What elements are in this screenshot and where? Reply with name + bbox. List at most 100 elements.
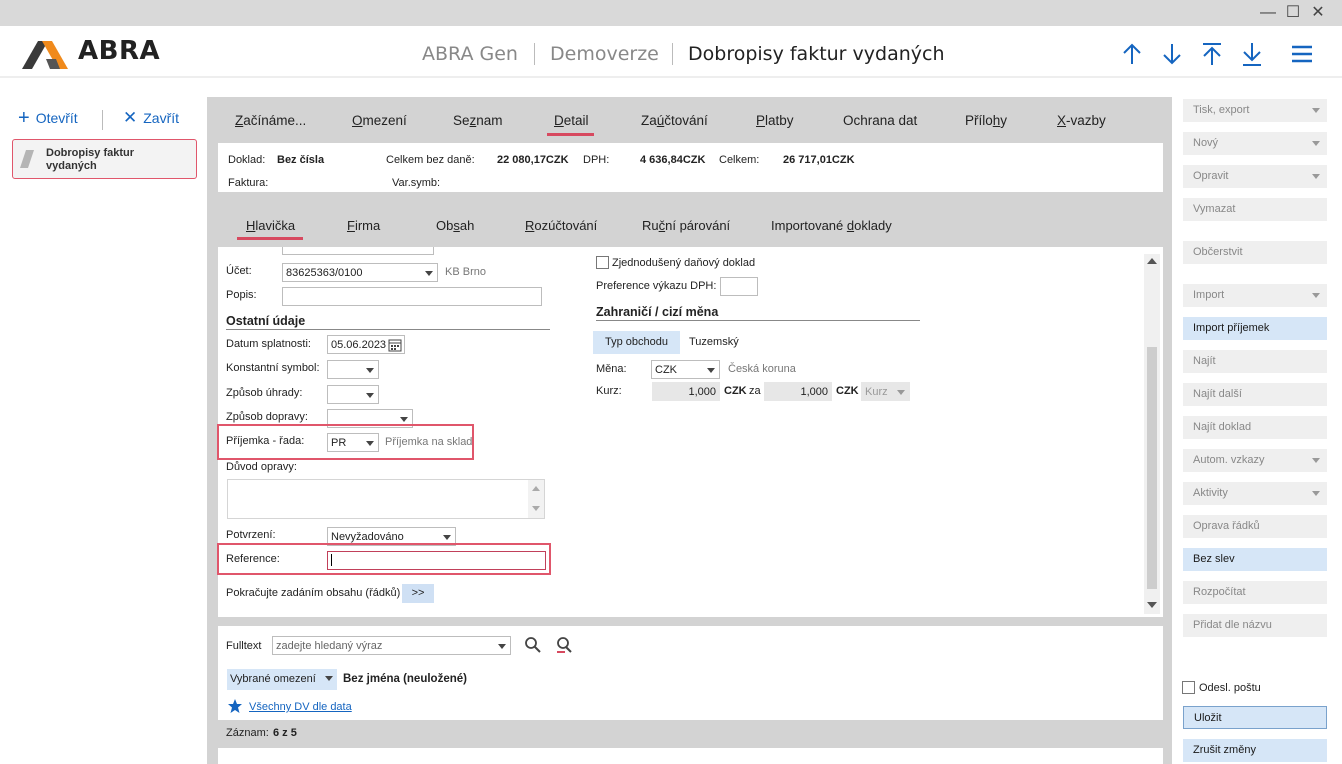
textarea-scrollbar[interactable] bbox=[528, 480, 544, 518]
close-window-icon[interactable]: ✕ bbox=[1306, 2, 1330, 24]
arrow-up-icon[interactable] bbox=[1118, 40, 1146, 68]
form-scrollbar[interactable] bbox=[1144, 254, 1160, 614]
close-button[interactable]: ✕ Zavřít bbox=[123, 109, 179, 126]
dph-value: 4 636,84CZK bbox=[640, 154, 706, 166]
action-button-oprava-dk-[interactable]: Oprava řádků bbox=[1183, 515, 1327, 538]
zpusob-uhrady-select[interactable] bbox=[327, 385, 379, 404]
mena-select[interactable]: CZK bbox=[651, 360, 720, 379]
subtab-hlavicka[interactable]: Hlavička bbox=[246, 218, 295, 233]
reference-input[interactable] bbox=[327, 551, 546, 570]
konstantni-symbol-select[interactable] bbox=[327, 360, 379, 379]
tab-zaciname[interactable]: Začínáme... bbox=[235, 113, 306, 128]
tab-omezeni[interactable]: Omezení bbox=[352, 113, 407, 128]
action-button-vymazat[interactable]: Vymazat bbox=[1183, 198, 1327, 221]
subtab-firma[interactable]: Firma bbox=[347, 218, 380, 233]
duvod-opravy-textarea[interactable] bbox=[227, 479, 545, 519]
header-separator bbox=[672, 43, 673, 65]
action-button-import-p-jemek[interactable]: Import příjemek bbox=[1183, 317, 1327, 340]
action-button-label: Najít další bbox=[1193, 388, 1242, 400]
continue-button[interactable]: >> bbox=[402, 584, 434, 603]
zahranici-heading: Zahraničí / cizí měna bbox=[596, 305, 719, 319]
maximize-icon[interactable]: ☐ bbox=[1281, 2, 1305, 24]
kurz-select-value: Kurz bbox=[865, 386, 888, 398]
action-button-import[interactable]: Import bbox=[1183, 284, 1327, 307]
mena-name: Česká koruna bbox=[728, 363, 796, 375]
minimize-icon[interactable]: — bbox=[1256, 2, 1280, 24]
action-button-naj-t-dal-[interactable]: Najít další bbox=[1183, 383, 1327, 406]
subtab-obsah[interactable]: Obsah bbox=[436, 218, 474, 233]
prijemka-rada-select[interactable]: PR bbox=[327, 433, 379, 452]
zjednoduseny-label: Zjednodušený daňový doklad bbox=[612, 257, 756, 269]
star-icon[interactable] bbox=[227, 698, 243, 714]
open-button[interactable]: + Otevřít bbox=[18, 107, 78, 129]
scroll-down-icon[interactable] bbox=[1147, 602, 1157, 608]
action-button-aktivity[interactable]: Aktivity bbox=[1183, 482, 1327, 505]
varsymb-label: Var.symb: bbox=[392, 177, 441, 189]
kurz-unit-2: CZK bbox=[836, 385, 859, 397]
action-button-bez-slev[interactable]: Bez slev bbox=[1183, 548, 1327, 571]
doklad-value: Bez čísla bbox=[277, 154, 325, 166]
action-button-rozpo-tat[interactable]: Rozpočítat bbox=[1183, 581, 1327, 604]
kurz-select[interactable]: Kurz bbox=[861, 382, 910, 401]
plus-icon: + bbox=[18, 107, 30, 129]
action-button-label: Import příjemek bbox=[1193, 322, 1270, 334]
action-button-autom-vzkazy[interactable]: Autom. vzkazy bbox=[1183, 449, 1327, 472]
search-icon[interactable] bbox=[524, 636, 542, 654]
hamburger-menu-icon[interactable] bbox=[1288, 40, 1316, 68]
arrow-last-icon[interactable] bbox=[1238, 40, 1266, 68]
zjednoduseny-checkbox[interactable] bbox=[596, 256, 609, 269]
tab-detail[interactable]: Detail bbox=[554, 113, 589, 128]
duvod-opravy-label: Důvod opravy: bbox=[226, 461, 297, 473]
ucet-bank: KB Brno bbox=[445, 266, 486, 278]
preference-vykazu-label: Preference výkazu DPH: bbox=[596, 280, 717, 292]
typ-obchodu-button[interactable]: Typ obchodu bbox=[593, 331, 680, 354]
active-tab-indicator bbox=[547, 133, 594, 136]
zpusob-dopravy-label: Způsob dopravy: bbox=[226, 411, 308, 423]
logo-text: ABRA bbox=[78, 36, 161, 66]
tab-prilohy[interactable]: Přílohy bbox=[965, 113, 1007, 128]
save-button[interactable]: Uložit bbox=[1183, 706, 1327, 729]
cancel-changes-button[interactable]: Zrušit změny bbox=[1183, 739, 1327, 762]
action-button-tisk-export[interactable]: Tisk, export bbox=[1183, 99, 1327, 122]
datum-splatnosti-label: Datum splatnosti: bbox=[226, 338, 311, 350]
action-button-nov-[interactable]: Nový bbox=[1183, 132, 1327, 155]
action-button-label: Aktivity bbox=[1193, 487, 1228, 499]
tab-seznam[interactable]: Seznam bbox=[453, 113, 503, 128]
action-button-label: Oprava řádků bbox=[1193, 520, 1260, 532]
action-button-opravit[interactable]: Opravit bbox=[1183, 165, 1327, 188]
subtab-rozuctovani[interactable]: Rozúčtování bbox=[525, 218, 597, 233]
kurz-input-2[interactable]: 1,000 bbox=[764, 382, 832, 401]
arrow-first-icon[interactable] bbox=[1198, 40, 1226, 68]
popis-input[interactable] bbox=[282, 287, 542, 306]
action-button-naj-t[interactable]: Najít bbox=[1183, 350, 1327, 373]
arrow-down-icon[interactable] bbox=[1158, 40, 1186, 68]
action-button-label: Rozpočítat bbox=[1193, 586, 1246, 598]
typ-obchodu-value: Tuzemský bbox=[689, 336, 739, 348]
action-button-p-idat-dle-n-zvu[interactable]: Přidat dle názvu bbox=[1183, 614, 1327, 637]
open-document-tab[interactable]: Dobropisy faktur vydaných bbox=[12, 139, 197, 179]
scroll-thumb[interactable] bbox=[1147, 347, 1157, 589]
scroll-up-icon[interactable] bbox=[1147, 258, 1157, 264]
preference-vykazu-input[interactable] bbox=[720, 277, 758, 296]
subtab-importovane-doklady[interactable]: Importované doklady bbox=[771, 218, 892, 233]
tab-ochrana-dat[interactable]: Ochrana dat bbox=[843, 113, 917, 128]
calendar-icon[interactable] bbox=[388, 338, 402, 352]
advanced-search-icon[interactable] bbox=[555, 636, 573, 654]
odesl-postu-checkbox[interactable] bbox=[1182, 681, 1195, 694]
omezeni-select[interactable]: Vybrané omezení bbox=[227, 669, 337, 690]
action-button-naj-t-doklad[interactable]: Najít doklad bbox=[1183, 416, 1327, 439]
fulltext-input[interactable]: zadejte hledaný výraz bbox=[272, 636, 511, 655]
title-bar bbox=[0, 0, 1342, 26]
kurz-input-1[interactable]: 1,000 bbox=[652, 382, 720, 401]
ucet-select[interactable]: 83625363/0100 bbox=[282, 263, 438, 282]
tab-platby[interactable]: Platby bbox=[756, 113, 794, 128]
dph-label: DPH: bbox=[583, 154, 610, 166]
action-button-ob-erstvit[interactable]: Občerstvit bbox=[1183, 241, 1327, 264]
tab-x-vazby[interactable]: X-vazby bbox=[1057, 113, 1106, 128]
scroll-down-icon[interactable] bbox=[532, 506, 540, 511]
document-summary bbox=[218, 143, 1163, 192]
favorite-link[interactable]: Všechny DV dle data bbox=[249, 701, 352, 713]
tab-zauctovani[interactable]: Zaúčtování bbox=[641, 113, 708, 128]
subtab-rucni-parovani[interactable]: Ruční párování bbox=[642, 218, 730, 233]
scroll-up-icon[interactable] bbox=[532, 486, 540, 491]
